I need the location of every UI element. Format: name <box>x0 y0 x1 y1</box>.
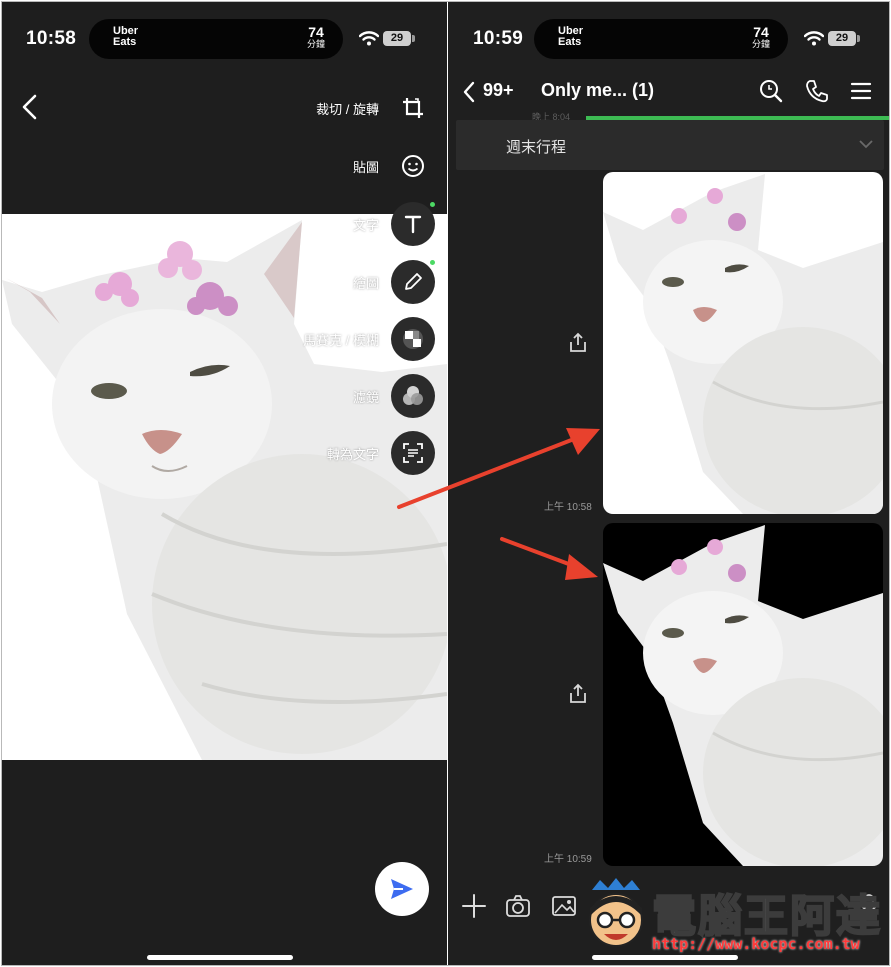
message-timestamp: 上午 10:58 <box>544 502 592 513</box>
chat-header: 99+ Only me... (1) <box>448 72 889 112</box>
mosaic-blur-label: 馬賽克 / 模糊 <box>303 332 379 348</box>
uber-eats-logo: Uber Eats <box>113 25 139 48</box>
image-message-white[interactable] <box>603 172 883 514</box>
text-label: 文字 <box>352 217 379 233</box>
eta-minutes: 74 分鐘 <box>307 25 325 50</box>
text-t-icon[interactable] <box>391 202 435 246</box>
image-icon[interactable] <box>550 892 578 920</box>
eta-unit: 分鐘 <box>751 39 770 49</box>
sticker-label: 貼圖 <box>352 159 379 175</box>
active-dot <box>430 202 435 207</box>
tool-crop-rotate[interactable]: 裁切 / 旋轉 <box>316 86 435 130</box>
cat-image <box>603 525 883 866</box>
message-timestamp: 上午 10:59 <box>544 854 592 865</box>
tool-draw[interactable]: 繪圖 <box>353 260 435 304</box>
pencil-icon[interactable] <box>391 260 435 304</box>
camera-icon[interactable] <box>504 892 532 920</box>
scan-text-icon[interactable] <box>391 431 435 475</box>
search-icon[interactable] <box>758 78 784 104</box>
crop-icon[interactable] <box>391 86 435 130</box>
back-chevron-icon[interactable] <box>20 94 42 120</box>
announcement-banner[interactable]: 週末行程 <box>456 120 884 170</box>
tool-text[interactable]: 文字 <box>353 202 435 246</box>
uber-eats-logo: Uber Eats <box>558 25 584 48</box>
mosaic-icon[interactable] <box>391 317 435 361</box>
status-bar: 10:59 Uber Eats 74 分鐘 29 <box>448 2 889 78</box>
draw-label: 繪圖 <box>352 275 379 291</box>
watermark-url: http://www.kocpc.com.tw <box>652 935 860 953</box>
status-time: 10:59 <box>473 28 524 49</box>
battery-indicator: 29 <box>828 31 860 46</box>
eta-minutes: 74 分鐘 <box>752 25 770 50</box>
chat-screen: 10:59 Uber Eats 74 分鐘 29 99+ Only me... … <box>448 2 889 965</box>
site-watermark: 電腦王阿達 http://www.kocpc.com.tw <box>580 874 889 965</box>
share-icon[interactable] <box>565 330 591 356</box>
chat-title[interactable]: Only me... (1) <box>541 80 654 101</box>
send-button[interactable] <box>375 862 429 916</box>
send-arrow-icon <box>391 879 413 899</box>
tool-sticker[interactable]: 貼圖 <box>353 144 435 188</box>
cat-image <box>603 174 883 514</box>
plus-icon[interactable] <box>460 892 488 920</box>
wifi-icon <box>359 31 379 46</box>
dynamic-island: Uber Eats 74 分鐘 <box>89 19 343 59</box>
mascot-logo <box>589 878 643 947</box>
filter-label: 濾鏡 <box>352 389 379 405</box>
home-indicator <box>147 955 293 960</box>
smiley-icon[interactable] <box>391 144 435 188</box>
chevron-down-icon[interactable] <box>858 139 874 149</box>
editor-screen: 10:58 Uber Eats 74 分鐘 29 裁切 / 旋轉 貼圖 文字 繪… <box>2 2 447 965</box>
menu-icon[interactable] <box>848 78 874 104</box>
crop-rotate-label: 裁切 / 旋轉 <box>316 101 379 117</box>
status-bar: 10:58 Uber Eats 74 分鐘 29 <box>2 2 447 78</box>
status-time: 10:58 <box>26 28 77 49</box>
share-icon[interactable] <box>565 681 591 707</box>
tool-filter[interactable]: 濾鏡 <box>353 374 435 418</box>
comparison-frame: 10:58 Uber Eats 74 分鐘 29 裁切 / 旋轉 貼圖 文字 繪… <box>1 1 890 966</box>
wifi-icon <box>804 31 824 46</box>
tool-mosaic-blur[interactable]: 馬賽克 / 模糊 <box>303 317 435 361</box>
active-dot <box>430 260 435 265</box>
eta-number: 74 <box>308 24 324 40</box>
eta-unit: 分鐘 <box>306 39 325 49</box>
dynamic-island: Uber Eats 74 分鐘 <box>534 19 788 59</box>
announcement-text: 週末行程 <box>506 139 567 156</box>
unread-count[interactable]: 99+ <box>483 80 514 101</box>
eta-number: 74 <box>753 24 769 40</box>
battery-indicator: 29 <box>383 31 415 46</box>
tool-to-text[interactable]: 轉為文字 <box>327 431 435 475</box>
image-message-black[interactable] <box>603 523 883 866</box>
back-chevron-icon[interactable] <box>462 81 476 103</box>
phone-icon[interactable] <box>804 78 830 104</box>
filter-circles-icon[interactable] <box>391 374 435 418</box>
to-text-label: 轉為文字 <box>326 446 379 462</box>
